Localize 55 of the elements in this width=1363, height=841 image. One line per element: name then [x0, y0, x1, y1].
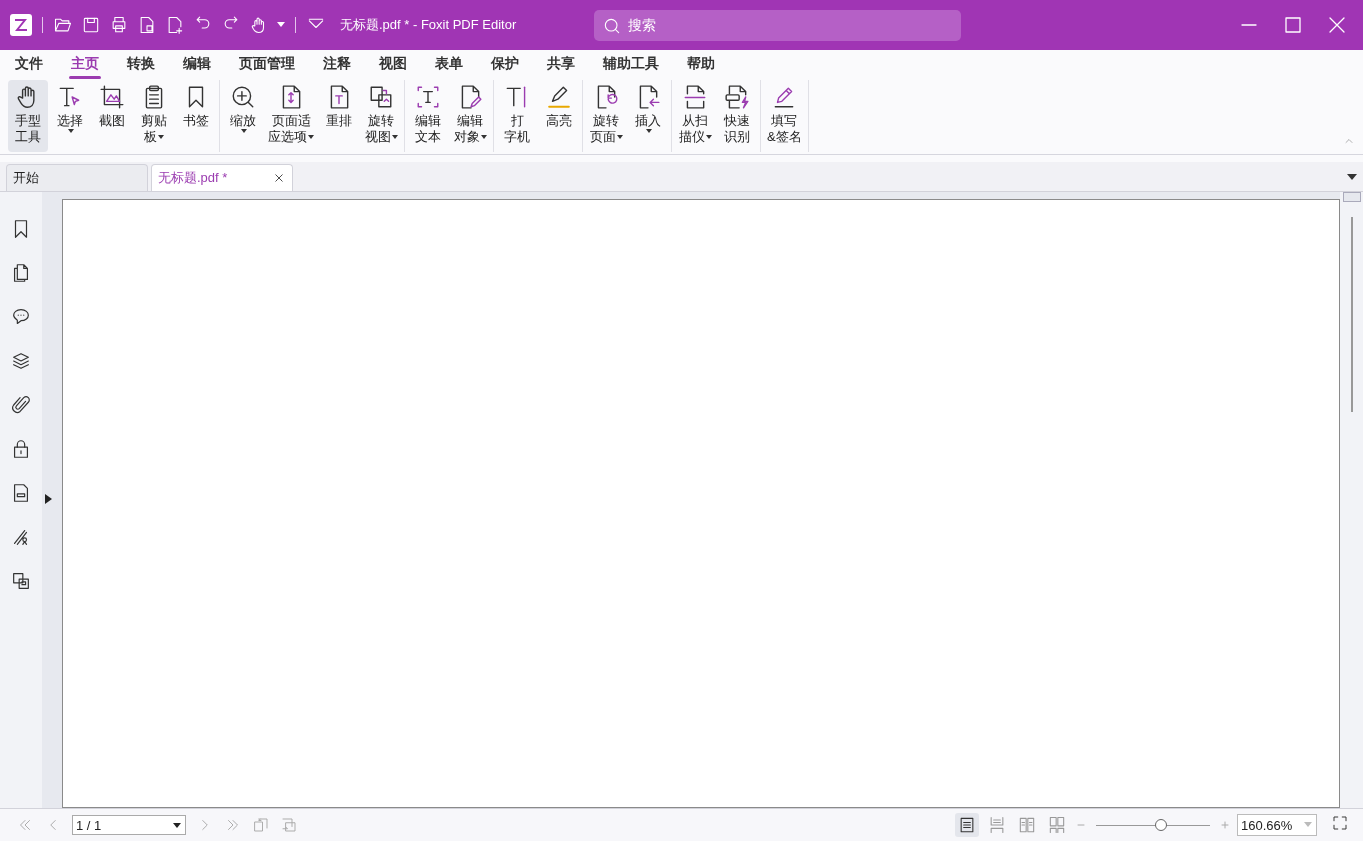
window-title: 无标题.pdf * - Foxit PDF Editor — [340, 16, 518, 34]
save-icon[interactable] — [81, 15, 101, 35]
menu-tab[interactable]: 共享 — [547, 53, 575, 75]
menu-tab[interactable]: 表单 — [435, 53, 463, 75]
ribbon-button[interactable]: 从扫 描仪 — [675, 80, 715, 152]
ocr-page-icon — [724, 84, 750, 110]
menu-tab[interactable]: 帮助 — [687, 53, 715, 75]
ribbon-button[interactable]: 旋转 页面 — [586, 80, 626, 152]
menu-tab[interactable]: 视图 — [379, 53, 407, 75]
ribbon-button[interactable]: 插入 — [628, 80, 668, 152]
zoom-field[interactable]: 160.66% — [1237, 814, 1317, 836]
caret-icon[interactable] — [173, 823, 181, 828]
menu-tab[interactable]: 编辑 — [183, 53, 211, 75]
ribbon-button[interactable]: 截图 — [92, 80, 132, 152]
expand-panel-icon[interactable] — [45, 494, 52, 504]
search-field[interactable]: 搜索 — [594, 9, 961, 41]
rotate-view-icon — [368, 84, 394, 110]
ribbon-button[interactable]: 高亮 — [539, 80, 579, 152]
menu-tab[interactable]: 注释 — [323, 53, 351, 75]
ribbon-button[interactable]: 重排 — [319, 80, 359, 152]
ribbon-button[interactable]: 书签 — [176, 80, 216, 152]
ribbon-button[interactable]: 打 字机 — [497, 80, 537, 152]
menu-tab[interactable]: 保护 — [491, 53, 519, 75]
document-tab[interactable]: 开始 — [6, 164, 148, 191]
ribbon-button[interactable]: 编辑 对象 — [450, 80, 490, 152]
menu-tab[interactable]: 页面管理 — [239, 53, 295, 75]
paperclip-icon[interactable] — [10, 394, 32, 416]
tab-label: 开始 — [13, 169, 40, 187]
zoom-icon — [230, 84, 256, 110]
menu-tab[interactable]: 辅助工具 — [603, 53, 659, 75]
menu-tab[interactable]: 文件 — [15, 53, 43, 75]
highlighter-icon — [546, 84, 572, 110]
image-crop-icon — [99, 84, 125, 110]
caret-icon[interactable] — [1347, 174, 1357, 180]
document-tab[interactable]: 无标题.pdf * — [151, 164, 293, 191]
layers-icon[interactable] — [10, 350, 32, 372]
ribbon-button[interactable]: 缩放 — [223, 80, 263, 152]
fullscreen-icon[interactable] — [1331, 814, 1349, 832]
tab-label: 无标题.pdf * — [158, 169, 229, 187]
ribbon-button[interactable]: 编辑 文本 — [408, 80, 448, 152]
edit-text-icon — [415, 84, 441, 110]
ribbon-button[interactable]: 选择 — [50, 80, 90, 152]
slider-thumb[interactable] — [1155, 819, 1168, 831]
menu-tab[interactable]: 转换 — [127, 53, 155, 75]
ribbon-button[interactable]: 旋转 视图 — [361, 80, 401, 152]
ribbon-button[interactable]: 手型 工具 — [8, 80, 48, 152]
scanner-icon — [682, 84, 708, 110]
compare-icon[interactable] — [10, 570, 32, 592]
ribbon-button[interactable]: 快速 识别 — [717, 80, 757, 152]
vertical-scrollbar[interactable] — [1340, 192, 1363, 808]
ribbon-button[interactable]: 填写 &签名 — [764, 80, 805, 152]
app-logo — [10, 14, 32, 36]
ribbon-button[interactable]: 剪贴 板 — [134, 80, 174, 152]
page-number-field[interactable]: 1 / 1 — [72, 815, 186, 835]
ribbon-button[interactable]: 页面适 应选项 — [265, 80, 317, 152]
